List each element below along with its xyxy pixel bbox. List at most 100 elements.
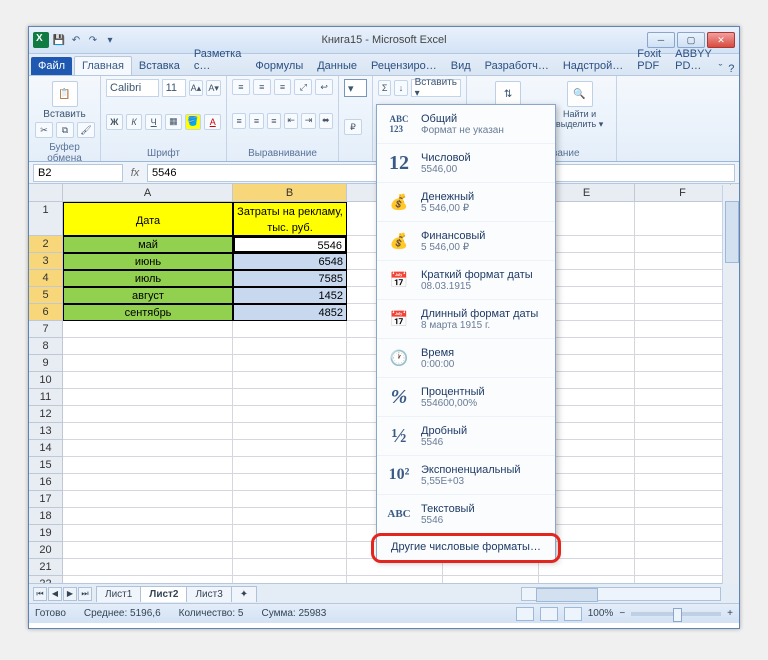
cell[interactable] bbox=[63, 372, 233, 389]
row-header[interactable]: 11 bbox=[29, 389, 63, 406]
font-name-select[interactable]: Calibri bbox=[106, 79, 159, 97]
name-box[interactable]: B2 bbox=[33, 164, 123, 182]
cell[interactable] bbox=[63, 338, 233, 355]
increase-indent-icon[interactable]: ⇥ bbox=[301, 113, 315, 129]
align-right-icon[interactable]: ≡ bbox=[267, 113, 281, 129]
cell[interactable] bbox=[233, 389, 347, 406]
cell[interactable] bbox=[443, 576, 539, 583]
cell[interactable] bbox=[635, 287, 731, 304]
cell[interactable] bbox=[233, 457, 347, 474]
numfmt-text[interactable]: ABCТекстовый5546 bbox=[377, 495, 555, 534]
row-header[interactable]: 19 bbox=[29, 525, 63, 542]
cell[interactable] bbox=[233, 508, 347, 525]
row-header[interactable]: 1 bbox=[29, 202, 63, 236]
row-header[interactable]: 4 bbox=[29, 270, 63, 287]
row-header[interactable]: 6 bbox=[29, 304, 63, 321]
tab-foxit[interactable]: Foxit PDF bbox=[630, 45, 668, 75]
sheet-tab[interactable]: Лист1 bbox=[96, 586, 141, 602]
cell[interactable] bbox=[63, 389, 233, 406]
zoom-level[interactable]: 100% bbox=[588, 608, 614, 619]
ribbon-minimize-icon[interactable]: ˇ bbox=[719, 63, 723, 75]
tab-home[interactable]: Главная bbox=[74, 56, 132, 75]
cell[interactable] bbox=[63, 525, 233, 542]
shrink-font-icon[interactable]: A▾ bbox=[206, 80, 221, 96]
row-header[interactable]: 21 bbox=[29, 559, 63, 576]
cell[interactable] bbox=[63, 542, 233, 559]
cell[interactable] bbox=[63, 508, 233, 525]
tab-file[interactable]: Файл bbox=[31, 57, 72, 75]
cell-active[interactable]: 5546 bbox=[233, 236, 347, 253]
cell[interactable] bbox=[233, 576, 347, 583]
cell[interactable] bbox=[635, 304, 731, 321]
zoom-in-button[interactable]: + bbox=[727, 608, 733, 619]
numfmt-number[interactable]: 12Числовой5546,00 bbox=[377, 144, 555, 183]
cut-icon[interactable]: ✂ bbox=[35, 122, 53, 138]
cell[interactable] bbox=[539, 559, 635, 576]
cell[interactable] bbox=[635, 338, 731, 355]
cell[interactable]: август bbox=[63, 287, 233, 304]
sheet-nav-last-icon[interactable]: ⏭ bbox=[78, 587, 92, 601]
tab-view[interactable]: Вид bbox=[444, 57, 478, 75]
insert-cells-button[interactable]: Вставить ▾ bbox=[411, 79, 461, 97]
orientation-icon[interactable]: ⤢ bbox=[294, 79, 312, 95]
row-header[interactable]: 2 bbox=[29, 236, 63, 253]
align-bottom-icon[interactable]: ≡ bbox=[274, 79, 292, 95]
row-header[interactable]: 17 bbox=[29, 491, 63, 508]
cell[interactable] bbox=[233, 321, 347, 338]
cell[interactable] bbox=[233, 355, 347, 372]
tab-addins[interactable]: Надстрой… bbox=[556, 57, 630, 75]
cell[interactable] bbox=[233, 423, 347, 440]
col-header-f[interactable]: F bbox=[635, 184, 731, 202]
cell[interactable] bbox=[539, 576, 635, 583]
cell[interactable]: май bbox=[63, 236, 233, 253]
numfmt-general[interactable]: ABC123ОбщийФормат не указан bbox=[377, 105, 555, 144]
col-header-b[interactable]: B bbox=[233, 184, 347, 202]
sheet-nav-first-icon[interactable]: ⏮ bbox=[33, 587, 47, 601]
cell[interactable]: 4852 bbox=[233, 304, 347, 321]
cell[interactable] bbox=[347, 559, 443, 576]
sheet-nav-prev-icon[interactable]: ◀ bbox=[48, 587, 62, 601]
underline-button[interactable]: Ч bbox=[145, 114, 162, 130]
cell[interactable]: сентябрь bbox=[63, 304, 233, 321]
cell[interactable] bbox=[635, 457, 731, 474]
zoom-slider[interactable] bbox=[631, 612, 721, 616]
wrap-text-icon[interactable]: ↩ bbox=[315, 79, 333, 95]
cell[interactable] bbox=[233, 525, 347, 542]
cell[interactable] bbox=[635, 559, 731, 576]
cell[interactable] bbox=[63, 406, 233, 423]
view-normal-icon[interactable] bbox=[516, 607, 534, 621]
decrease-indent-icon[interactable]: ⇤ bbox=[284, 113, 298, 129]
cell[interactable] bbox=[635, 508, 731, 525]
cell[interactable] bbox=[635, 321, 731, 338]
cell[interactable] bbox=[443, 559, 539, 576]
cell[interactable]: июнь bbox=[63, 253, 233, 270]
row-header[interactable]: 5 bbox=[29, 287, 63, 304]
numfmt-time[interactable]: 🕐Время0:00:00 bbox=[377, 339, 555, 378]
align-middle-icon[interactable]: ≡ bbox=[253, 79, 271, 95]
cell[interactable] bbox=[63, 559, 233, 576]
row-header[interactable]: 3 bbox=[29, 253, 63, 270]
format-painter-icon[interactable]: 🖌 bbox=[77, 122, 95, 138]
cell[interactable] bbox=[635, 253, 731, 270]
fill-color-button[interactable]: 🪣 bbox=[185, 114, 202, 130]
cell[interactable] bbox=[233, 406, 347, 423]
tab-developer[interactable]: Разработч… bbox=[478, 57, 556, 75]
cell[interactable] bbox=[635, 423, 731, 440]
numfmt-scientific[interactable]: 10²Экспоненциальный5,55E+03 bbox=[377, 456, 555, 495]
paste-button[interactable]: 📋 Вставить bbox=[34, 79, 95, 122]
cell[interactable] bbox=[635, 440, 731, 457]
cell[interactable] bbox=[63, 576, 233, 583]
numfmt-more-formats[interactable]: Другие числовые форматы… bbox=[377, 534, 555, 560]
cell[interactable] bbox=[635, 406, 731, 423]
cell[interactable] bbox=[635, 355, 731, 372]
font-size-select[interactable]: 11 bbox=[162, 79, 186, 97]
fill-icon[interactable]: ↓ bbox=[394, 80, 407, 96]
cell[interactable] bbox=[233, 474, 347, 491]
sheet-tab-active[interactable]: Лист2 bbox=[140, 586, 187, 602]
tab-page-layout[interactable]: Разметка с… bbox=[187, 45, 249, 75]
copy-icon[interactable]: ⧉ bbox=[56, 122, 74, 138]
cell[interactable] bbox=[635, 525, 731, 542]
help-icon[interactable]: ? bbox=[728, 63, 734, 75]
select-all-corner[interactable] bbox=[29, 184, 63, 202]
row-header[interactable]: 18 bbox=[29, 508, 63, 525]
